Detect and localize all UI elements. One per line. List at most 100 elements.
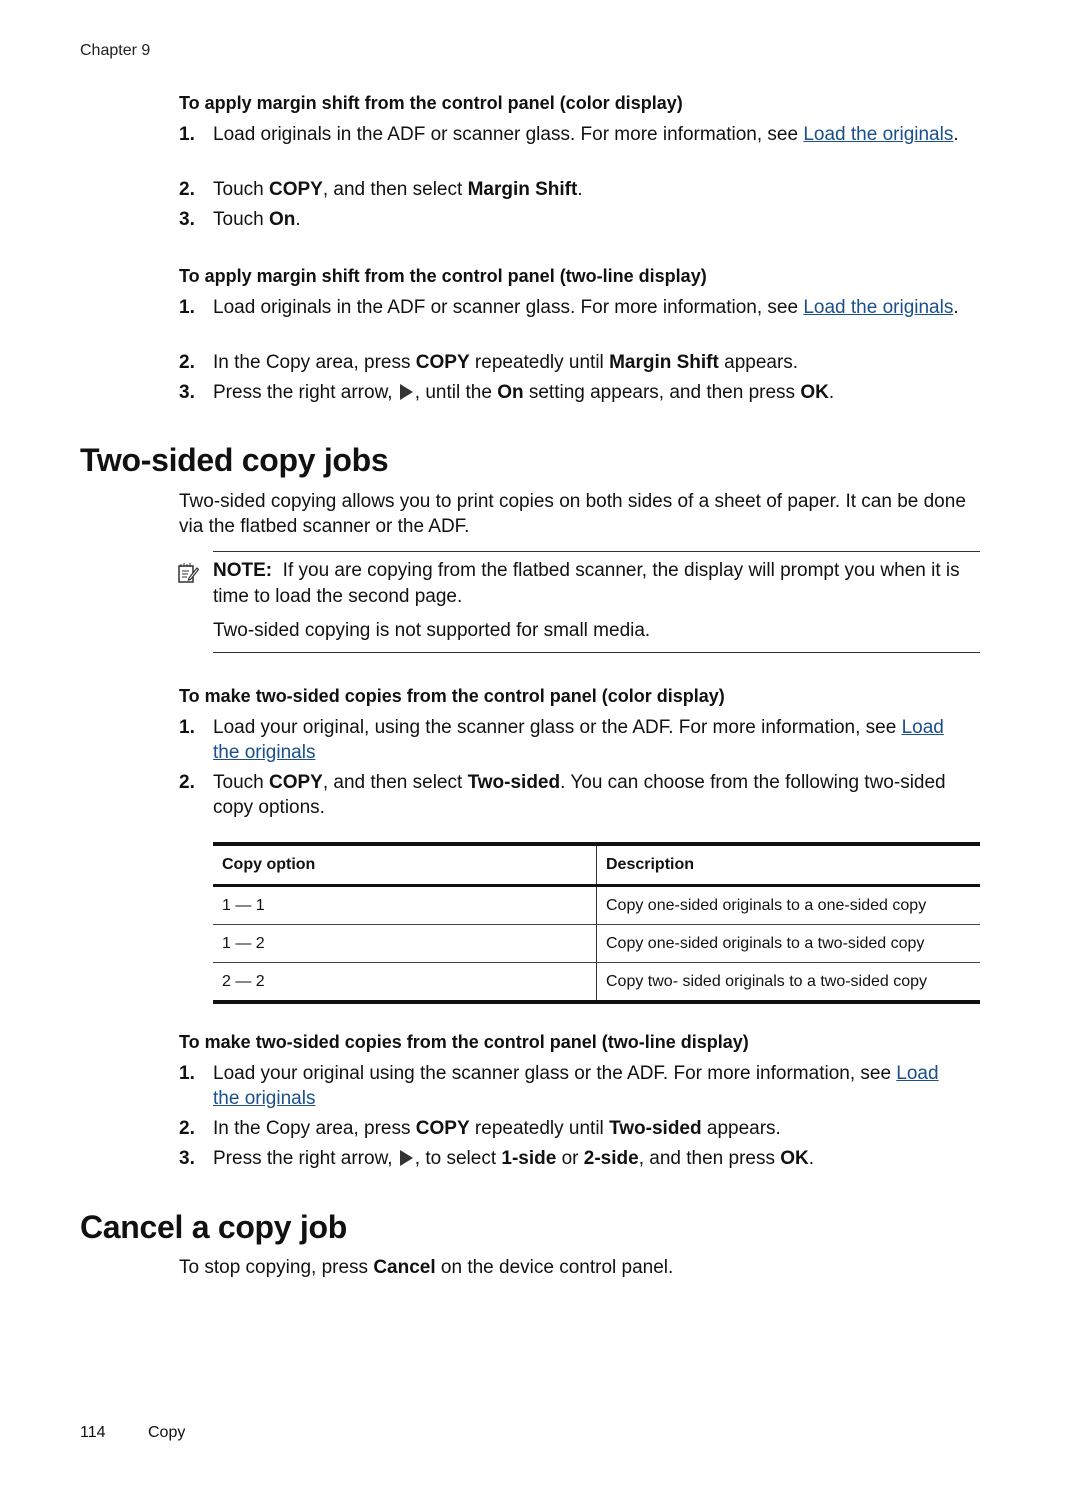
chapter-label: Chapter 9 xyxy=(80,42,151,59)
ok-label: OK xyxy=(780,1148,809,1169)
step-text: , and then select xyxy=(322,179,468,200)
step-text: repeatedly until xyxy=(469,352,610,373)
procedure-title-margin-twoline: To apply margin shift from the control p… xyxy=(179,266,707,286)
step-text: Press the right arrow, xyxy=(213,382,398,403)
step-2: 2. In the Copy area, press COPY repeated… xyxy=(179,350,959,375)
step-text: Touch xyxy=(213,772,269,793)
step-text: setting appears, and then press xyxy=(523,382,801,403)
step-text: repeatedly until xyxy=(469,1118,610,1139)
note-box: NOTE: If you are copying from the flatbe… xyxy=(178,551,980,653)
step-number: 1. xyxy=(179,124,195,145)
step-text: In the Copy area, press xyxy=(213,1118,416,1139)
step-text: Touch xyxy=(213,179,269,200)
step-1: 1. Load your original using the scanner … xyxy=(179,1061,959,1111)
note-text: NOTE: If you are copying from the flatbe… xyxy=(213,552,980,610)
copy-option-cell: 1 — 2 xyxy=(213,924,597,963)
note-text-2: Two-sided copying is not supported for s… xyxy=(213,620,651,641)
two-sided-label: Two-sided xyxy=(609,1118,702,1139)
section-heading-cancel: Cancel a copy job xyxy=(80,1209,347,1245)
on-label: On xyxy=(497,382,524,403)
step-number: 2. xyxy=(179,352,195,373)
column-header-description: Description xyxy=(596,842,980,887)
step-number: 1. xyxy=(179,297,195,318)
copy-button-label: COPY xyxy=(268,179,323,200)
margin-shift-label: Margin Shift xyxy=(609,352,719,373)
note-body: If you are copying from the flatbed scan… xyxy=(213,560,960,607)
step-number: 2. xyxy=(179,772,195,793)
cancel-button-label: Cancel xyxy=(373,1257,436,1278)
ok-label: OK xyxy=(800,382,829,403)
note-pencil-icon xyxy=(178,563,199,583)
step-text-end: . xyxy=(953,297,959,318)
step-3: 3. Press the right arrow, , to select 1-… xyxy=(179,1146,959,1171)
step-3: 3. Press the right arrow, , until the On… xyxy=(179,380,959,405)
step-text: . xyxy=(828,382,835,403)
step-text: . xyxy=(577,179,583,200)
step-text: , and then press xyxy=(638,1148,781,1169)
step-number: 3. xyxy=(179,382,195,403)
one-side-label: 1-side xyxy=(501,1148,557,1169)
step-text: , and then select xyxy=(322,772,468,793)
step-number: 3. xyxy=(179,209,195,230)
step-text: Load your original, using the scanner gl… xyxy=(213,717,902,738)
on-label: On xyxy=(268,209,296,230)
step-text: appears. xyxy=(701,1118,781,1139)
copy-button-label: COPY xyxy=(415,352,470,373)
load-originals-link[interactable]: Load the originals xyxy=(803,124,953,145)
table-row: 1 — 1 Copy one-sided originals to a one-… xyxy=(213,885,980,925)
step-text-end: . xyxy=(953,124,959,145)
step-1: 1. Load originals in the ADF or scanner … xyxy=(179,295,959,320)
two-sided-label: Two-sided xyxy=(467,772,561,793)
two-side-label: 2-side xyxy=(583,1148,639,1169)
step-text: Touch xyxy=(213,209,269,230)
copy-option-cell: 2 — 2 xyxy=(213,962,597,1004)
step-number: 2. xyxy=(179,1118,195,1139)
footer-section: Copy xyxy=(148,1424,186,1441)
procedure-title-two-sided-color: To make two-sided copies from the contro… xyxy=(179,686,725,706)
step-1: 1. Load originals in the ADF or scanner … xyxy=(179,122,959,147)
description-cell: Copy two- sided originals to a two-sided… xyxy=(596,962,980,1004)
step-text: . xyxy=(295,209,301,230)
table-header-row: Copy option Description xyxy=(213,842,980,887)
step-text: In the Copy area, press xyxy=(213,352,416,373)
two-sided-intro: Two-sided copying allows you to print co… xyxy=(179,491,966,537)
step-text: , to select xyxy=(414,1148,502,1169)
step-1: 1. Load your original, using the scanner… xyxy=(179,715,959,765)
step-text: Load your original using the scanner gla… xyxy=(213,1063,897,1084)
step-2: 2. Touch COPY, and then select Two-sided… xyxy=(179,770,959,820)
step-text: Load originals in the ADF or scanner gla… xyxy=(213,297,804,318)
page-number: 114 xyxy=(80,1424,106,1441)
note-label: NOTE: xyxy=(213,560,273,581)
step-number: 2. xyxy=(179,179,195,200)
step-3: 3. Touch On. xyxy=(179,207,959,232)
step-text: or xyxy=(556,1148,584,1169)
description-cell: Copy one-sided originals to a one-sided … xyxy=(596,885,980,925)
right-arrow-icon xyxy=(399,384,413,400)
copy-options-table: Copy option Description 1 — 1 Copy one-s… xyxy=(213,842,980,1004)
procedure-title-two-sided-twoline: To make two-sided copies from the contro… xyxy=(179,1032,749,1052)
step-number: 1. xyxy=(179,717,195,738)
step-text: Load originals in the ADF or scanner gla… xyxy=(213,124,804,145)
cancel-text: To stop copying, press xyxy=(179,1257,374,1278)
step-text: appears. xyxy=(718,352,799,373)
step-number: 3. xyxy=(179,1148,195,1169)
right-arrow-icon xyxy=(399,1150,413,1166)
step-2: 2. Touch COPY, and then select Margin Sh… xyxy=(179,177,959,202)
cancel-text-end: on the device control panel. xyxy=(435,1257,674,1278)
table-row: 1 — 2 Copy one-sided originals to a two-… xyxy=(213,924,980,963)
column-header-copy-option: Copy option xyxy=(213,842,597,887)
load-originals-link[interactable]: Load the originals xyxy=(803,297,953,318)
margin-shift-label: Margin Shift xyxy=(467,179,578,200)
copy-button-label: COPY xyxy=(415,1118,470,1139)
procedure-title-margin-color: To apply margin shift from the control p… xyxy=(179,93,683,113)
copy-button-label: COPY xyxy=(268,772,323,793)
table-row: 2 — 2 Copy two- sided originals to a two… xyxy=(213,962,980,1004)
copy-option-cell: 1 — 1 xyxy=(213,885,597,925)
step-text: , until the xyxy=(414,382,498,403)
section-heading-two-sided: Two-sided copy jobs xyxy=(80,442,389,478)
cancel-paragraph: To stop copying, press Cancel on the dev… xyxy=(179,1255,969,1280)
step-2: 2. In the Copy area, press COPY repeated… xyxy=(179,1116,959,1141)
step-text: . xyxy=(808,1148,815,1169)
step-text: Press the right arrow, xyxy=(213,1148,398,1169)
step-number: 1. xyxy=(179,1063,195,1084)
